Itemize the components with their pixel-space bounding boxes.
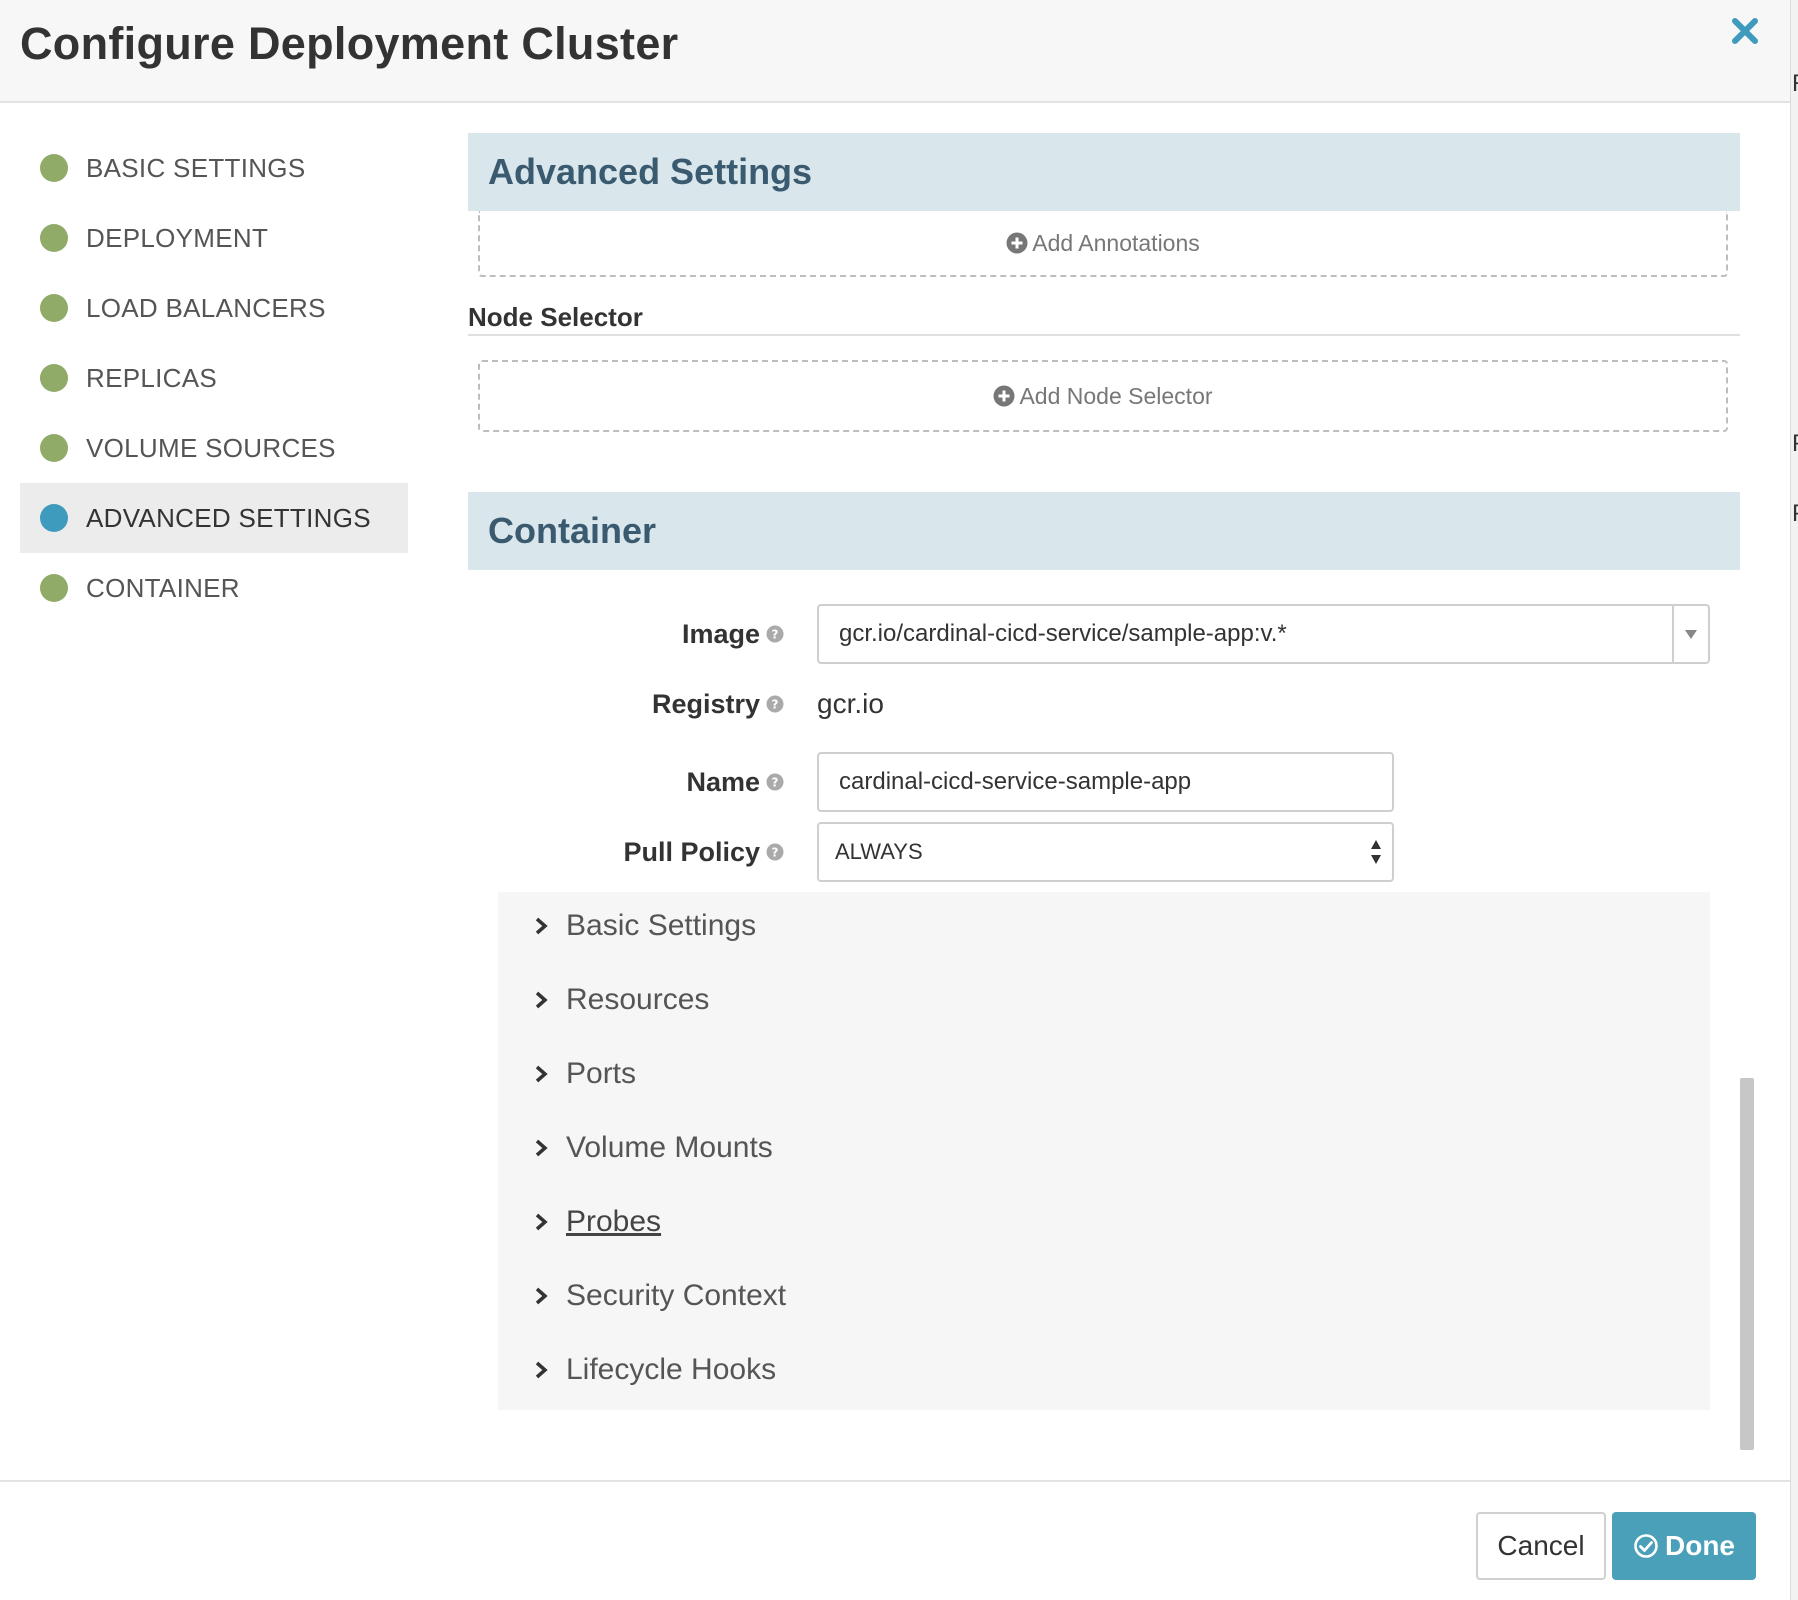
- done-button[interactable]: Done: [1612, 1512, 1756, 1580]
- svg-text:?: ?: [772, 776, 779, 790]
- svg-text:?: ?: [772, 698, 779, 712]
- status-dot: [40, 364, 68, 392]
- container-header: Container: [468, 492, 1740, 570]
- add-annotations-label: Add Annotations: [1032, 229, 1200, 256]
- node-selector-title: Node Selector: [468, 302, 1740, 336]
- cancel-button[interactable]: Cancel: [1476, 1512, 1606, 1580]
- done-label: Done: [1665, 1530, 1735, 1561]
- chevron-right-icon: [535, 917, 548, 935]
- accordion-item-lifecycle-hooks[interactable]: Lifecycle Hooks: [534, 1350, 776, 1390]
- pull-policy-label: Pull Policy ?: [623, 822, 784, 882]
- help-icon[interactable]: ?: [766, 773, 784, 791]
- help-icon[interactable]: ?: [766, 625, 784, 643]
- container-sections-accordion: Basic Settings Resources Ports Volume Mo…: [498, 892, 1710, 1410]
- registry-label-text: Registry: [651, 688, 760, 719]
- sidebar-item-load-balancers[interactable]: LOAD BALANCERS: [20, 273, 408, 343]
- sidebar-item-label: DEPLOYMENT: [86, 222, 269, 253]
- accordion-item-resources[interactable]: Resources: [534, 980, 709, 1020]
- status-dot: [40, 504, 68, 532]
- registry-label: Registry ?: [652, 674, 784, 734]
- sidebar-item-advanced-settings[interactable]: ADVANCED SETTINGS: [20, 483, 408, 553]
- dialog-title: Configure Deployment Cluster: [20, 18, 679, 69]
- backdrop-text: Pr: [1792, 430, 1798, 458]
- image-row: Image ? gcr.io/cardinal-cicd-service/sam…: [468, 604, 1740, 664]
- advanced-settings-header: Advanced Settings: [468, 133, 1740, 211]
- add-node-selector-label: Add Node Selector: [1019, 382, 1213, 409]
- sidebar-item-container[interactable]: CONTAINER: [20, 553, 408, 623]
- chevron-right-icon: [535, 1065, 548, 1083]
- sidebar-nav: BASIC SETTINGS DEPLOYMENT LOAD BALANCERS…: [20, 133, 408, 623]
- pull-policy-label-text: Pull Policy: [623, 836, 760, 867]
- dialog-header: Configure Deployment Cluster: [0, 0, 1790, 103]
- sidebar-item-deployment[interactable]: DEPLOYMENT: [20, 203, 408, 273]
- sidebar-item-label: ADVANCED SETTINGS: [86, 502, 371, 533]
- help-icon[interactable]: ?: [766, 695, 784, 713]
- section-title: Container: [488, 510, 657, 551]
- registry-row: Registry ? gcr.io: [468, 674, 1740, 734]
- name-label: Name ?: [686, 752, 784, 812]
- chevron-right-icon: [535, 991, 548, 1009]
- plus-circle-icon: [993, 385, 1015, 407]
- sidebar-item-basic-settings[interactable]: BASIC SETTINGS: [20, 133, 408, 203]
- accordion-item-label: Resources: [566, 983, 710, 1016]
- pull-policy-select[interactable]: ALWAYS: [817, 822, 1394, 882]
- name-label-text: Name: [686, 766, 760, 797]
- svg-text:?: ?: [772, 628, 779, 642]
- name-row: Name ? cardinal-cicd-service-sample-app: [468, 752, 1740, 812]
- sidebar-item-label: BASIC SETTINGS: [86, 152, 306, 183]
- accordion-item-volume-mounts[interactable]: Volume Mounts: [534, 1128, 773, 1168]
- image-select[interactable]: gcr.io/cardinal-cicd-service/sample-app:…: [817, 604, 1710, 664]
- sort-arrows-icon: [1371, 840, 1381, 864]
- accordion-item-probes[interactable]: Probes: [534, 1202, 661, 1242]
- chevron-down-icon[interactable]: [1672, 606, 1708, 662]
- plus-circle-icon: [1006, 232, 1028, 254]
- accordion-item-label: Security Context: [566, 1279, 787, 1312]
- help-icon[interactable]: ?: [766, 843, 784, 861]
- accordion-item-ports[interactable]: Ports: [534, 1054, 636, 1094]
- chevron-right-icon: [535, 1139, 548, 1157]
- name-value: cardinal-cicd-service-sample-app: [839, 768, 1192, 795]
- accordion-item-label: Probes: [566, 1205, 662, 1238]
- accordion-item-label: Ports: [566, 1057, 637, 1090]
- image-label-text: Image: [681, 618, 760, 649]
- sidebar-item-replicas[interactable]: REPLICAS: [20, 343, 408, 413]
- pull-policy-row: Pull Policy ? ALWAYS: [468, 822, 1740, 882]
- accordion-item-label: Basic Settings: [566, 909, 757, 942]
- backdrop-page: R Pr P: [1790, 0, 1798, 1600]
- add-node-selector-button[interactable]: Add Node Selector: [478, 360, 1728, 432]
- pull-policy-value: ALWAYS: [835, 839, 923, 864]
- status-dot: [40, 294, 68, 322]
- accordion-item-basic-settings[interactable]: Basic Settings: [534, 906, 756, 946]
- chevron-right-icon: [535, 1213, 548, 1231]
- accordion-item-label: Lifecycle Hooks: [566, 1353, 777, 1386]
- sidebar-item-label: LOAD BALANCERS: [86, 292, 326, 323]
- chevron-right-icon: [535, 1287, 548, 1305]
- status-dot: [40, 154, 68, 182]
- chevron-right-icon: [535, 1361, 548, 1379]
- close-icon[interactable]: [1728, 14, 1762, 48]
- registry-value: gcr.io: [817, 688, 884, 719]
- name-field[interactable]: cardinal-cicd-service-sample-app: [817, 752, 1394, 812]
- sidebar-item-volume-sources[interactable]: VOLUME SOURCES: [20, 413, 408, 483]
- svg-text:?: ?: [772, 846, 779, 860]
- status-dot: [40, 574, 68, 602]
- sidebar-item-label: VOLUME SOURCES: [86, 432, 336, 463]
- sidebar-item-label: REPLICAS: [86, 362, 218, 393]
- image-value: gcr.io/cardinal-cicd-service/sample-app:…: [839, 620, 1287, 647]
- check-circle-icon: [1634, 1534, 1658, 1558]
- section-title: Advanced Settings: [488, 151, 813, 192]
- add-annotations-button[interactable]: Add Annotations: [478, 211, 1728, 277]
- image-label: Image ?: [682, 604, 784, 664]
- scrollbar-thumb[interactable]: [1740, 1078, 1754, 1450]
- status-dot: [40, 224, 68, 252]
- configure-cluster-dialog: Configure Deployment Cluster BASIC SETTI…: [0, 0, 1790, 1600]
- backdrop-text: R: [1792, 70, 1798, 98]
- backdrop-text: P: [1792, 500, 1798, 528]
- status-dot: [40, 434, 68, 462]
- accordion-item-label: Volume Mounts: [566, 1131, 773, 1164]
- accordion-item-security-context[interactable]: Security Context: [534, 1276, 786, 1316]
- cancel-label: Cancel: [1497, 1530, 1585, 1561]
- sidebar-item-label: CONTAINER: [86, 572, 240, 603]
- dialog-footer: Cancel Done: [0, 1480, 1790, 1600]
